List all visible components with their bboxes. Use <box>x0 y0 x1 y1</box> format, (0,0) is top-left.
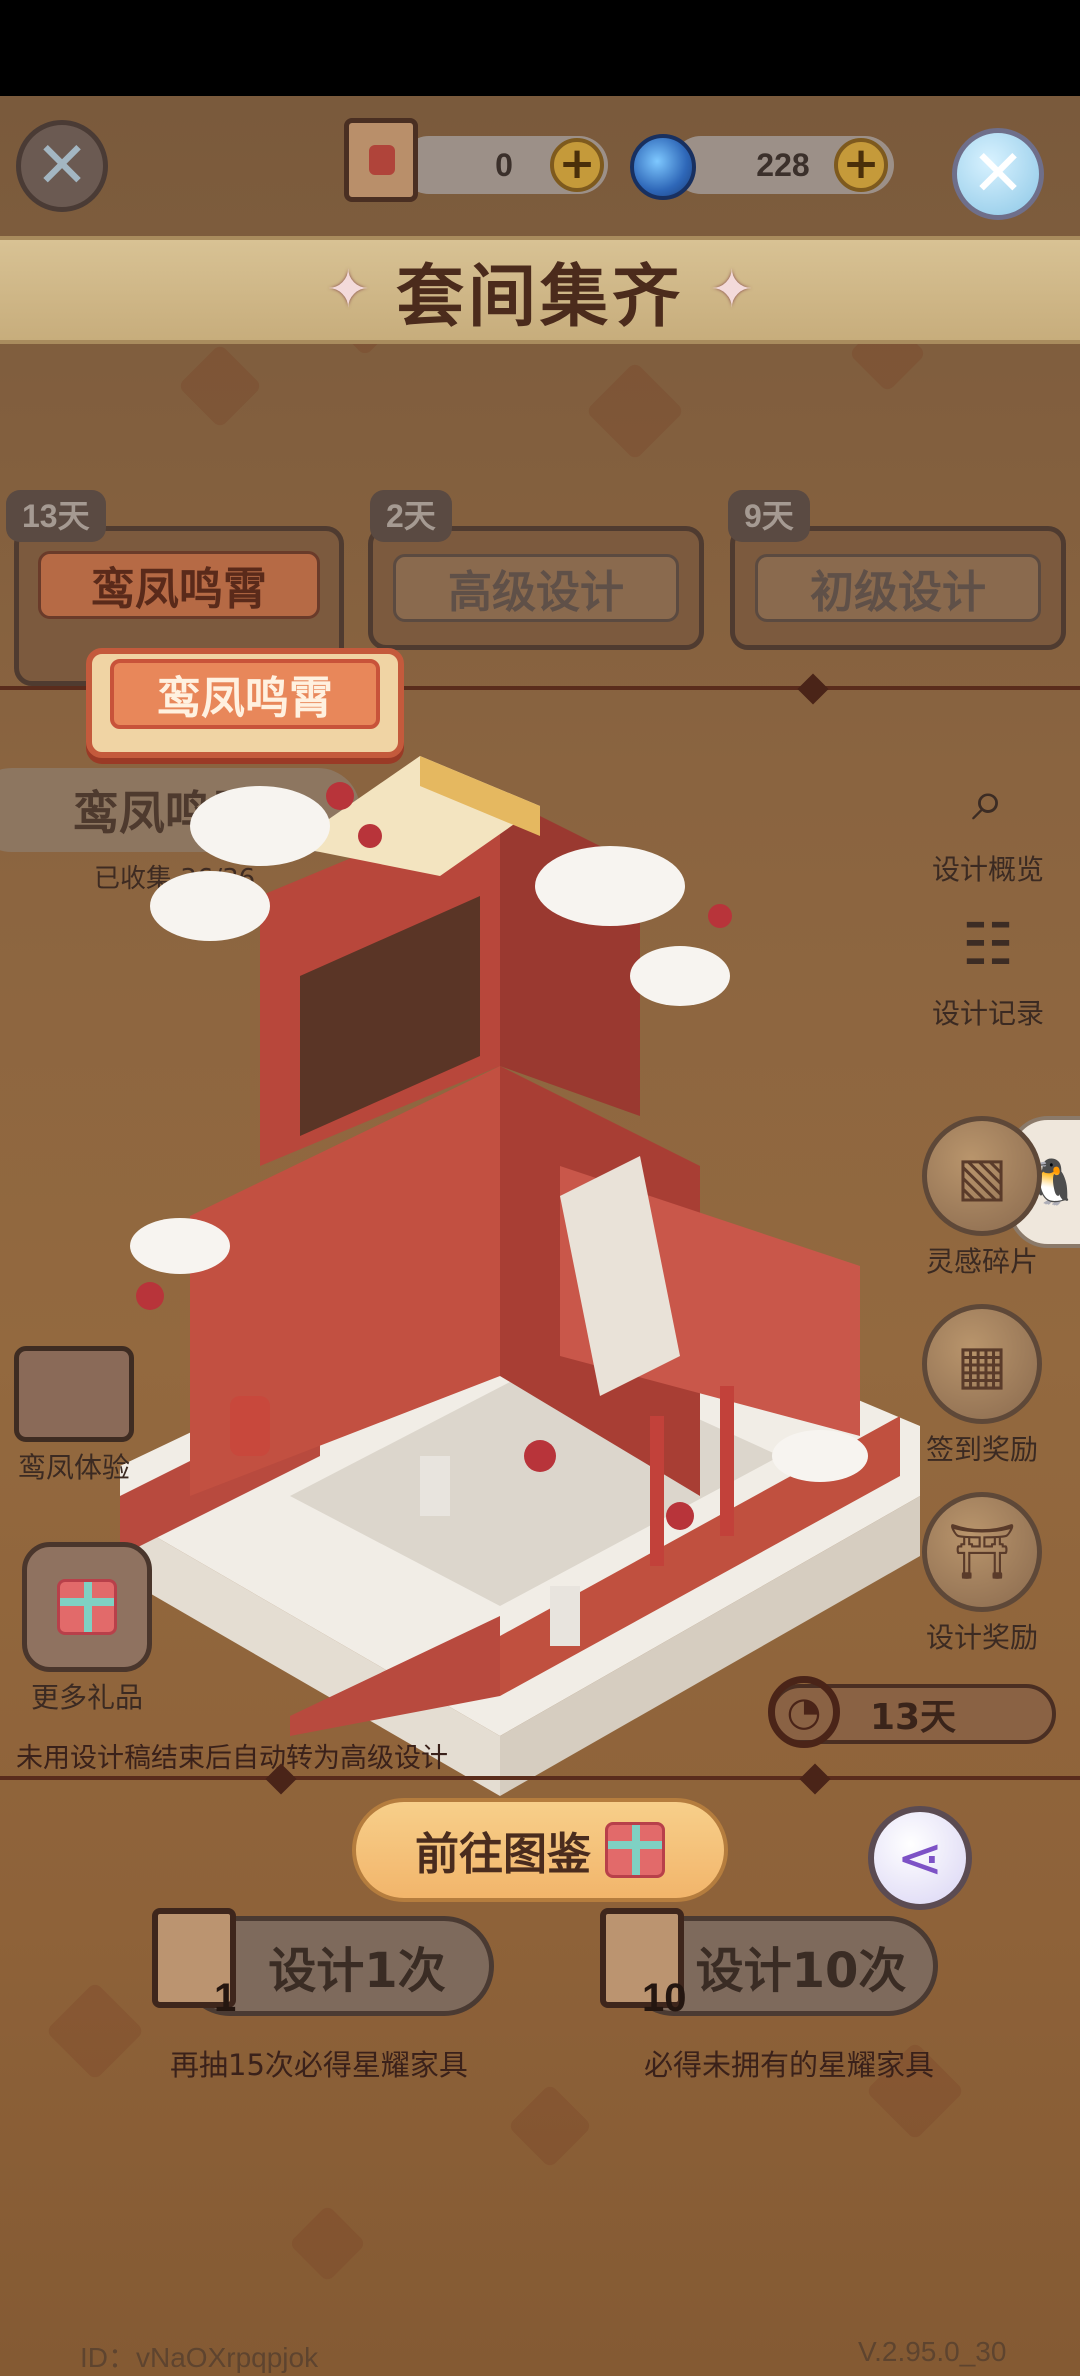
tab-days-badge: 9天 <box>728 490 810 542</box>
draw-label: 设计1次 <box>268 1943 446 1999</box>
side-label: 鸾凤体验 <box>17 1451 130 1484</box>
side-label: 灵感碎片 <box>925 1245 1038 1278</box>
status-bar <box>0 0 1080 96</box>
luanfeng-trial-button[interactable]: 鸾凤体验 <box>14 1346 134 1486</box>
timer-text: 13天 <box>869 1697 957 1738</box>
clock-icon: ◔ <box>768 1676 840 1748</box>
go-to-gallery-button[interactable]: 前往图鉴 <box>352 1798 728 1902</box>
close-icon: ✕ <box>35 129 89 203</box>
design-overview-button[interactable]: ⌕ 设计概览 <box>932 756 1044 888</box>
game-screen: ✕ 0 + 228 + ✕ ✦ 套间集齐 ✦ 鸾凤鸣霄 13天 高级设计 2天 … <box>0 96 1080 2376</box>
magnifier-icon: ⌕ <box>971 765 1005 834</box>
divider <box>0 1776 1080 1780</box>
set-card-label: 鸾凤鸣霄 <box>110 659 380 729</box>
add-orb-button[interactable]: + <box>834 138 888 192</box>
clipboard-icon: ☷ <box>962 910 1014 978</box>
bg-pattern <box>177 343 263 429</box>
bg-pattern <box>45 1981 145 2081</box>
scroll-bundle-icon <box>14 1346 134 1442</box>
tab-days-badge: 2天 <box>370 490 452 542</box>
sparkle-icon: ✦ <box>326 260 370 320</box>
notice-text: 未用设计稿结束后自动转为高级设计 <box>16 1743 448 1774</box>
gallery-label: 前往图鉴 <box>415 1829 591 1880</box>
tab-label: 初级设计 <box>754 554 1042 622</box>
bg-pattern <box>507 2083 593 2169</box>
tab-basic-design[interactable]: 初级设计 <box>730 526 1066 650</box>
divider-ornament <box>797 673 829 705</box>
set-complete-banner: ✦ 套间集齐 ✦ <box>0 236 1080 344</box>
draw-cost: 10 <box>642 1976 687 2020</box>
add-scroll-button[interactable]: + <box>550 138 604 192</box>
player-id: ID：vNaOXrpqpjok <box>80 2342 319 2373</box>
share-button[interactable]: ⋖ <box>868 1806 972 1910</box>
tab-label: 鸾凤鸣霄 <box>38 551 320 619</box>
orb-currency-icon <box>630 134 696 200</box>
pagoda-icon: ⛩ <box>922 1492 1042 1612</box>
draw-label: 设计10次 <box>695 1943 907 1999</box>
checkin-reward-button[interactable]: ▦ 签到奖励 <box>922 1304 1042 1468</box>
side-label: 设计奖励 <box>925 1621 1038 1654</box>
sparkle-icon: ✦ <box>710 260 754 320</box>
side-label: 设计概览 <box>932 853 1045 886</box>
inspiration-fragments-button[interactable]: ▧ 灵感碎片 <box>922 1116 1042 1280</box>
more-gifts-button[interactable]: 更多礼品 <box>22 1542 152 1716</box>
banner-title: 套间集齐 <box>395 257 684 337</box>
close-icon: ✕ <box>971 137 1025 211</box>
draw-cost: 1 <box>214 1976 237 2020</box>
side-label: 设计记录 <box>932 997 1045 1030</box>
scroll-currency-icon <box>344 118 418 202</box>
scroll-count: 0 <box>495 146 513 183</box>
gift-icon <box>22 1542 152 1672</box>
bg-pattern <box>288 2204 367 2283</box>
tab-days-badge: 13天 <box>6 490 106 542</box>
calendar-icon: ▦ <box>922 1304 1042 1424</box>
design-reward-button[interactable]: ⛩ 设计奖励 <box>922 1492 1042 1656</box>
draw-hint: 必得未拥有的星耀家具 <box>644 2048 935 2082</box>
back-close-button[interactable]: ✕ <box>16 120 108 212</box>
tab-label: 高级设计 <box>392 554 680 622</box>
design-record-button[interactable]: ☷ 设计记录 <box>932 900 1044 1032</box>
close-button[interactable]: ✕ <box>952 128 1044 220</box>
map-fragment-icon: ▧ <box>922 1116 1042 1236</box>
share-icon: ⋖ <box>896 1825 944 1891</box>
tab-advanced-design[interactable]: 高级设计 <box>368 526 704 650</box>
version-label: V.2.95.0_30 <box>858 2336 1007 2367</box>
draw-hint: 再抽15次必得星耀家具 <box>170 2048 468 2082</box>
bg-pattern <box>585 361 685 461</box>
orb-count: 228 <box>756 146 810 183</box>
gift-icon <box>605 1822 665 1878</box>
side-label: 签到奖励 <box>925 1433 1038 1466</box>
side-label: 更多礼品 <box>30 1681 143 1714</box>
